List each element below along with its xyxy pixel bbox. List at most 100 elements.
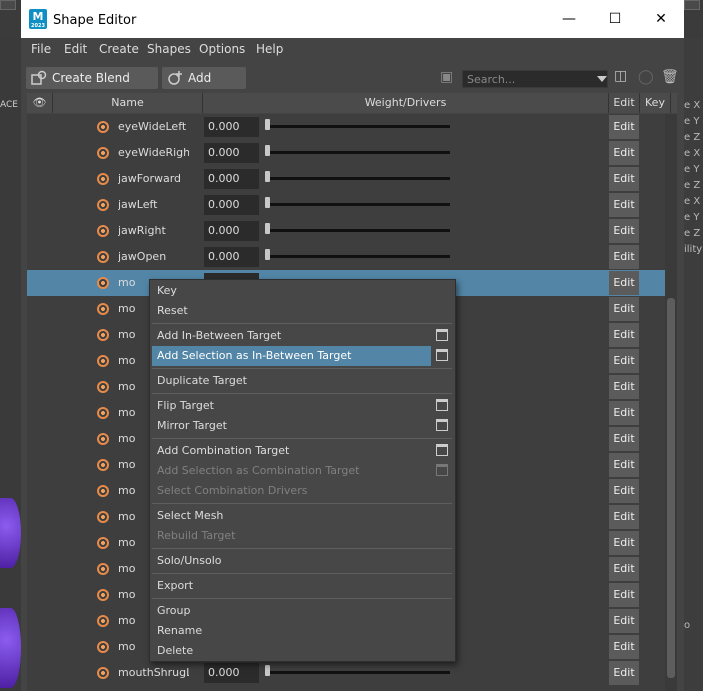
weight-slider-handle[interactable] <box>265 223 270 234</box>
menu-file[interactable]: File <box>31 42 51 56</box>
edit-button[interactable]: Edit <box>609 661 639 685</box>
scrollbar-thumb[interactable] <box>667 298 675 678</box>
edit-button[interactable]: Edit <box>609 375 639 399</box>
weight-field[interactable]: 0.000 <box>204 247 259 267</box>
edit-button[interactable]: Edit <box>609 583 639 607</box>
target-icon[interactable] <box>97 485 109 497</box>
weight-slider-track[interactable] <box>267 671 450 674</box>
target-row[interactable]: jawForward 0.000 Edit <box>27 166 665 192</box>
weight-slider-handle[interactable] <box>265 197 270 208</box>
menu-item-solo[interactable]: Solo/Unsolo <box>152 551 431 571</box>
edit-button[interactable]: Edit <box>609 115 639 139</box>
menu-shapes[interactable]: Shapes <box>147 42 191 56</box>
weight-slider-handle[interactable] <box>265 145 270 156</box>
target-icon[interactable] <box>97 511 109 523</box>
target-icon[interactable] <box>97 459 109 471</box>
target-icon[interactable] <box>97 667 109 679</box>
edit-button[interactable]: Edit <box>609 505 639 529</box>
weight-field[interactable]: 0.000 <box>204 221 259 241</box>
list-scrollbar[interactable] <box>665 114 677 691</box>
menu-item-rename[interactable]: Rename <box>152 621 431 641</box>
menu-item-mirror[interactable]: Mirror Target <box>152 416 431 436</box>
create-blend-shape-button[interactable]: Create Blend Shape <box>26 67 158 107</box>
target-row[interactable]: jawOpen 0.000 Edit <box>27 244 665 270</box>
target-icon[interactable] <box>97 615 109 627</box>
weight-field[interactable]: 0.000 <box>204 143 259 163</box>
minimize-button[interactable]: — <box>546 0 592 38</box>
header-name[interactable]: Name <box>53 93 203 113</box>
new-group-icon[interactable]: ◫ <box>614 68 627 84</box>
weight-field[interactable]: 0.000 <box>204 169 259 189</box>
edit-button[interactable]: Edit <box>609 531 639 555</box>
search-dropdown-icon[interactable] <box>597 76 607 82</box>
target-row[interactable]: mouthShrugLow 0.000 Edit <box>27 660 665 686</box>
menu-item-group[interactable]: Group <box>152 601 431 621</box>
target-icon[interactable] <box>97 251 109 263</box>
menu-item-add-selection-inbetween[interactable]: Add Selection as In-Between Target <box>152 346 431 366</box>
edit-button[interactable]: Edit <box>609 349 639 373</box>
header-edit[interactable]: Edit <box>609 93 640 113</box>
target-icon[interactable] <box>97 381 109 393</box>
weight-slider-track[interactable] <box>267 177 450 180</box>
weight-slider-track[interactable] <box>267 151 450 154</box>
target-name[interactable]: jawLeft <box>118 198 189 211</box>
edit-button[interactable]: Edit <box>609 557 639 581</box>
edit-button[interactable]: Edit <box>609 193 639 217</box>
menu-item-flip[interactable]: Flip Target <box>152 396 431 416</box>
edit-button[interactable]: Edit <box>609 609 639 633</box>
header-key[interactable]: Key <box>640 93 671 113</box>
target-icon[interactable] <box>97 563 109 575</box>
menu-item-delete[interactable]: Delete <box>152 641 431 661</box>
trash-icon[interactable]: 🗑 <box>661 69 679 85</box>
header-weight[interactable]: Weight/Drivers <box>203 93 609 113</box>
menu-item-add-inbetween[interactable]: Add In-Between Target <box>152 326 431 346</box>
target-icon[interactable] <box>97 173 109 185</box>
weight-slider-handle[interactable] <box>265 119 270 130</box>
close-button[interactable]: ✕ <box>638 0 684 38</box>
edit-button[interactable]: Edit <box>609 219 639 243</box>
target-name[interactable]: mouthShrugLow <box>118 666 189 679</box>
weight-slider-handle[interactable] <box>265 249 270 260</box>
menu-item-duplicate[interactable]: Duplicate Target <box>152 371 431 391</box>
menu-create[interactable]: Create <box>99 42 139 56</box>
target-icon[interactable] <box>97 329 109 341</box>
weight-slider-handle[interactable] <box>265 665 270 676</box>
target-icon[interactable] <box>97 589 109 601</box>
edit-button[interactable]: Edit <box>609 271 639 295</box>
menu-item-export[interactable]: Export <box>152 576 431 596</box>
title-bar[interactable]: M 2023 Shape Editor — ☐ ✕ <box>21 0 684 38</box>
weight-slider-handle[interactable] <box>265 171 270 182</box>
target-row[interactable]: jawRight 0.000 Edit <box>27 218 665 244</box>
target-name[interactable]: jawForward <box>118 172 189 185</box>
edit-button[interactable]: Edit <box>609 323 639 347</box>
maximize-button[interactable]: ☐ <box>592 0 638 38</box>
target-icon[interactable] <box>97 225 109 237</box>
weight-field[interactable]: 0.000 <box>204 195 259 215</box>
target-icon[interactable] <box>97 121 109 133</box>
target-name[interactable]: eyeWideRight <box>118 146 189 159</box>
edit-button[interactable]: Edit <box>609 635 639 659</box>
target-icon[interactable] <box>97 641 109 653</box>
menu-item-select-mesh[interactable]: Select Mesh <box>152 506 431 526</box>
weight-slider-track[interactable] <box>267 125 450 128</box>
menu-item-add-combination[interactable]: Add Combination Target <box>152 441 431 461</box>
edit-button[interactable]: Edit <box>609 245 639 269</box>
target-icon[interactable] <box>97 407 109 419</box>
target-icon[interactable] <box>97 277 109 289</box>
target-icon[interactable] <box>97 433 109 445</box>
edit-button[interactable]: Edit <box>609 297 639 321</box>
weight-field[interactable]: 0.000 <box>204 117 259 137</box>
target-icon[interactable] <box>97 355 109 367</box>
weight-slider-track[interactable] <box>267 229 450 232</box>
edit-button[interactable]: Edit <box>609 479 639 503</box>
target-row[interactable]: eyeWideLeft 0.000 Edit <box>27 114 665 140</box>
refresh-icon[interactable]: ◯ <box>638 69 654 85</box>
target-name[interactable]: jawRight <box>118 224 189 237</box>
target-icon[interactable] <box>97 199 109 211</box>
target-icon[interactable] <box>97 537 109 549</box>
edit-button[interactable]: Edit <box>609 453 639 477</box>
target-name[interactable]: eyeWideLeft <box>118 120 189 133</box>
edit-button[interactable]: Edit <box>609 401 639 425</box>
edit-button[interactable]: Edit <box>609 427 639 451</box>
option-box-icon[interactable] <box>436 349 448 361</box>
